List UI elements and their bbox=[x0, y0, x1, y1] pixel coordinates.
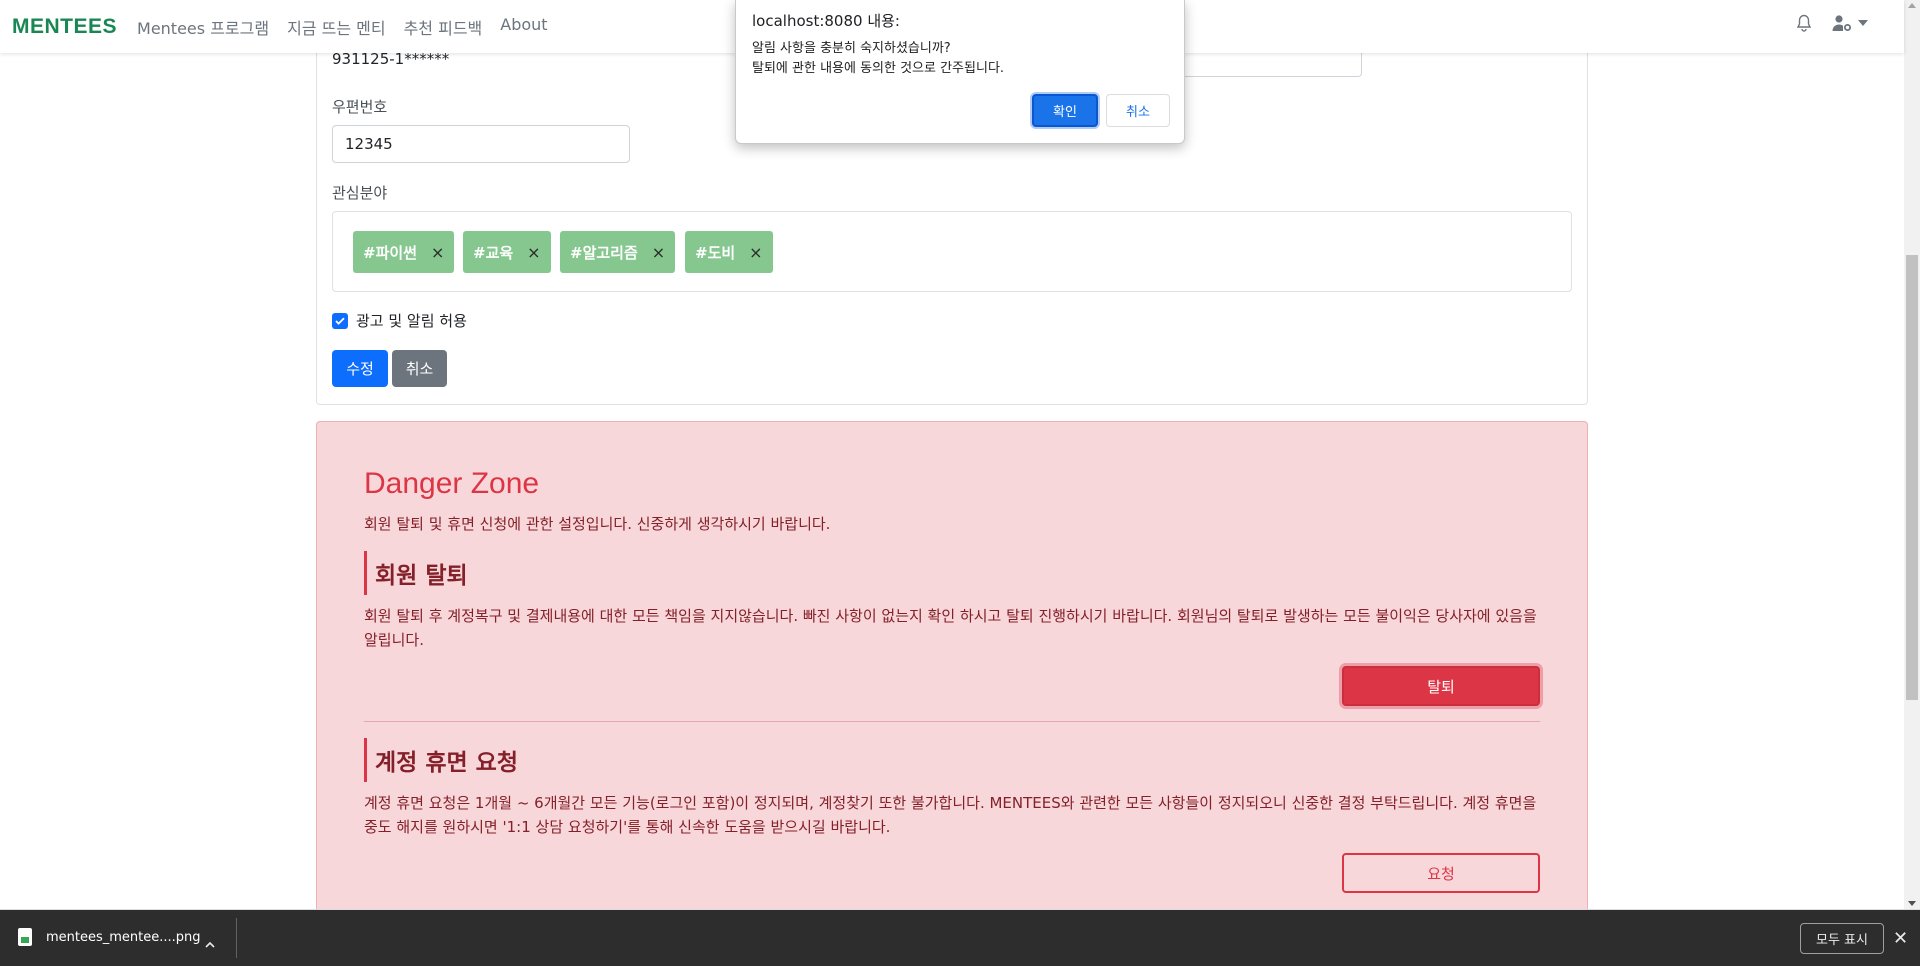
close-icon[interactable]: × bbox=[527, 243, 540, 262]
download-bar-bg bbox=[0, 910, 1920, 966]
nav-link-programs[interactable]: Mentees 프로그램 bbox=[137, 15, 269, 39]
danger-zone-title: Danger Zone bbox=[364, 467, 540, 500]
interest-tag-label: #도비 bbox=[695, 243, 736, 262]
scroll-thumb[interactable] bbox=[1906, 255, 1918, 700]
dialog-message: 알림 사항을 충분히 숙지하셨습니까? 탈퇴에 관한 내용에 동의한 것으로 간… bbox=[752, 41, 1005, 76]
close-icon[interactable]: × bbox=[652, 243, 665, 262]
ad-consent-checkbox[interactable] bbox=[332, 312, 348, 329]
scroll-up-arrow-icon[interactable] bbox=[1908, 3, 1916, 8]
dormant-description: 계정 휴면 요청은 1개월 ~ 6개월간 모든 기능(로그인 포함)이 정지되며… bbox=[364, 794, 1537, 836]
section-divider bbox=[364, 721, 1540, 722]
dialog-title: localhost:8080 내용: bbox=[752, 12, 900, 30]
bell-icon[interactable] bbox=[1796, 14, 1812, 32]
nav-links: Mentees 프로그램 지금 뜨는 멘티 추천 피드백 About bbox=[137, 15, 566, 39]
withdraw-button[interactable]: 탈퇴 bbox=[1342, 666, 1540, 706]
download-separator bbox=[236, 918, 237, 958]
confirm-dialog: localhost:8080 내용: 알림 사항을 충분히 숙지하셨습니까? 탈… bbox=[735, 0, 1185, 144]
nav-link-about[interactable]: About bbox=[500, 15, 547, 39]
interest-tag-label: #교육 bbox=[473, 243, 514, 262]
dialog-cancel-button[interactable]: 취소 bbox=[1106, 94, 1170, 127]
chevron-up-icon[interactable] bbox=[205, 933, 215, 952]
ad-consent-label: 광고 및 알림 허용 bbox=[356, 312, 467, 330]
nav-link-recommended-feedback[interactable]: 추천 피드백 bbox=[404, 15, 483, 39]
interest-tag: #도비 × bbox=[685, 231, 773, 273]
brand-logo[interactable]: MENTEES bbox=[12, 15, 117, 39]
download-bar: mentees_mentee....png 모두 표시 ✕ bbox=[0, 909, 1920, 966]
close-icon[interactable]: ✕ bbox=[1893, 928, 1908, 949]
scroll-down-arrow-icon[interactable] bbox=[1908, 901, 1916, 906]
dormant-request-button[interactable]: 요청 bbox=[1342, 853, 1540, 893]
interests-tag-box[interactable]: #파이썬 × #교육 × #알고리즘 × #도비 × bbox=[332, 211, 1572, 292]
submit-edit-button[interactable]: 수정 bbox=[332, 350, 388, 387]
interest-tag-label: #파이썬 bbox=[363, 243, 417, 262]
close-icon[interactable]: × bbox=[431, 243, 444, 262]
image-file-icon bbox=[18, 928, 32, 946]
user-gear-icon[interactable] bbox=[1832, 14, 1852, 32]
download-item[interactable]: mentees_mentee....png bbox=[18, 928, 201, 946]
chevron-down-icon[interactable] bbox=[1858, 20, 1868, 26]
interests-label: 관심분야 bbox=[332, 184, 388, 202]
dormant-heading: 계정 휴면 요청 bbox=[364, 738, 518, 782]
interest-tag-label: #알고리즘 bbox=[570, 243, 638, 262]
interest-tag: #파이썬 × bbox=[353, 231, 455, 273]
withdraw-heading: 회원 탈퇴 bbox=[364, 551, 468, 595]
interest-tag: #알고리즘 × bbox=[560, 231, 676, 273]
interest-tag: #교육 × bbox=[463, 231, 551, 273]
ad-consent-row: 광고 및 알림 허용 bbox=[332, 310, 467, 331]
zip-code-input[interactable] bbox=[332, 125, 630, 163]
zip-label: 우편번호 bbox=[332, 98, 388, 116]
cancel-edit-button[interactable]: 취소 bbox=[392, 350, 447, 387]
show-all-downloads-button[interactable]: 모두 표시 bbox=[1800, 923, 1884, 954]
nav-right bbox=[1796, 14, 1868, 32]
withdraw-description: 회원 탈퇴 후 계정복구 및 결제내용에 대한 모든 책임을 지지않습니다. 빠… bbox=[364, 607, 1537, 649]
download-filename: mentees_mentee....png bbox=[46, 929, 201, 945]
danger-zone-subtitle: 회원 탈퇴 및 휴면 신청에 관한 설정입니다. 신중하게 생각하시기 바랍니다… bbox=[364, 515, 831, 533]
page-scrollbar[interactable] bbox=[1904, 0, 1920, 909]
nav-link-trending-mentees[interactable]: 지금 뜨는 멘티 bbox=[287, 15, 386, 39]
close-icon[interactable]: × bbox=[749, 243, 762, 262]
dialog-ok-button[interactable]: 확인 bbox=[1032, 94, 1098, 127]
